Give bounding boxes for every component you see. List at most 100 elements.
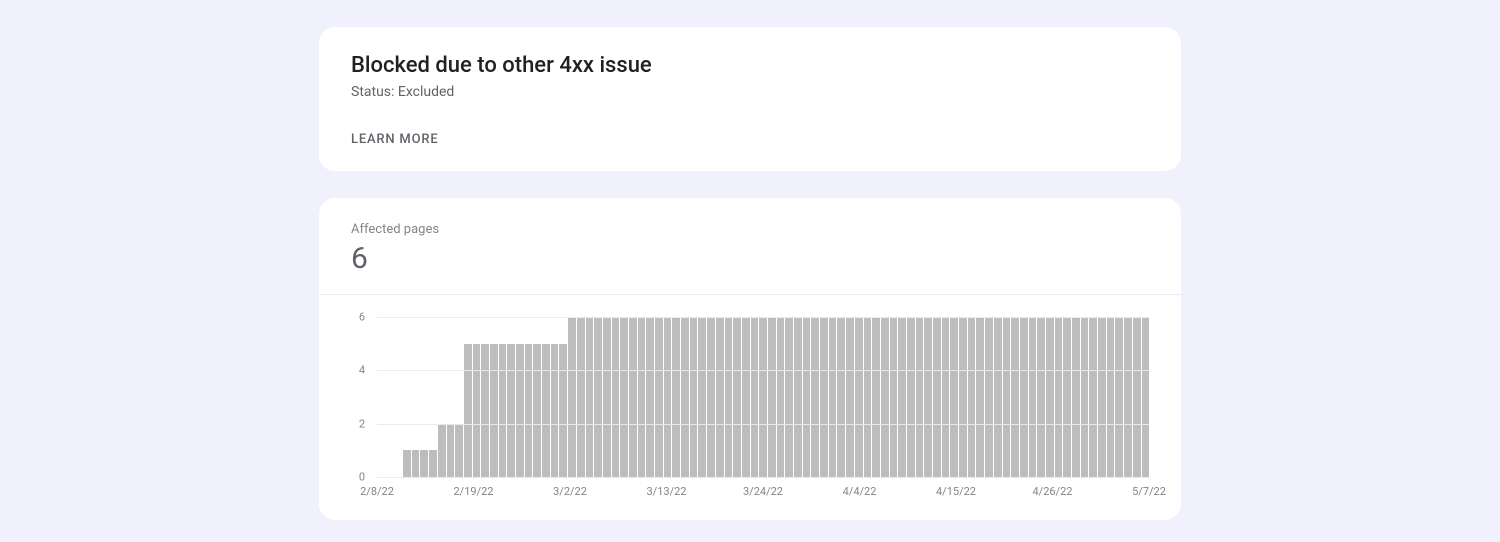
bar [542,344,550,477]
issue-header-card: Blocked due to other 4xx issue Status: E… [319,27,1181,171]
bar [777,317,785,477]
metric-section: Affected pages 6 [319,222,1181,295]
bar [1115,317,1123,477]
bar [420,450,428,477]
x-tick: 3/13/22 [647,485,687,498]
bar [594,317,602,477]
bar [1063,317,1071,477]
bars-container [377,317,1149,477]
x-tick: 3/2/22 [553,485,587,498]
bar [898,317,906,477]
x-tick: 5/7/22 [1132,485,1166,498]
bar [516,344,524,477]
bar [1081,317,1089,477]
bar [768,317,776,477]
bar [698,317,706,477]
learn-more-link[interactable]: LEARN MORE [351,132,1149,147]
bar [690,317,698,477]
bar [907,317,915,477]
bar [490,344,498,477]
bar [1089,317,1097,477]
bar [811,317,819,477]
bar [950,317,958,477]
bar [1072,317,1080,477]
bar [725,317,733,477]
bar [890,317,898,477]
bar [994,317,1002,477]
bar [1133,317,1141,477]
bar [846,317,854,477]
bar [447,424,455,477]
bar [507,344,515,477]
y-tick: 0 [359,471,365,484]
bar [794,317,802,477]
bar [429,450,437,477]
bar [577,317,585,477]
bar [403,450,411,477]
bar [681,317,689,477]
gridline [377,477,1149,478]
bar [525,344,533,477]
bar [1029,317,1037,477]
bar [1037,317,1045,477]
y-axis: 0246 [351,317,365,477]
bar [473,344,481,477]
bar [646,317,654,477]
x-tick: 2/19/22 [454,485,494,498]
bar [942,317,950,477]
bar [985,317,993,477]
y-tick: 6 [359,311,365,324]
bar [924,317,932,477]
bar [1124,317,1132,477]
bar [551,344,559,477]
gridline [377,317,1149,318]
bar [603,317,611,477]
bar [881,317,889,477]
bar [1142,317,1150,477]
bar [1003,317,1011,477]
x-tick: 3/24/22 [743,485,783,498]
bar [499,344,507,477]
issue-title: Blocked due to other 4xx issue [351,53,1149,78]
bar [455,424,463,477]
x-tick: 2/8/22 [360,485,394,498]
x-tick: 4/4/22 [843,485,877,498]
bar [872,317,880,477]
bar [533,344,541,477]
bar [976,317,984,477]
bar [829,317,837,477]
affected-pages-card: Affected pages 6 0246 2/8/222/19/223/2/2… [319,198,1181,520]
bar [1098,317,1106,477]
y-tick: 4 [359,364,365,377]
gridline [377,424,1149,425]
bar [707,317,715,477]
x-axis: 2/8/222/19/223/2/223/13/223/24/224/4/224… [377,485,1149,501]
bar [1055,317,1063,477]
bar [638,317,646,477]
bar [803,317,811,477]
bar [1011,317,1019,477]
bar [559,344,567,477]
bar [612,317,620,477]
bar [785,317,793,477]
bar [733,317,741,477]
bar [864,317,872,477]
bar [759,317,767,477]
plot-container: 0246 [363,317,1149,477]
bar [933,317,941,477]
metric-value: 6 [351,241,1149,276]
bar [742,317,750,477]
issue-status: Status: Excluded [351,84,1149,100]
bar [820,317,828,477]
bar [655,317,663,477]
bar [481,344,489,477]
x-tick: 4/15/22 [936,485,976,498]
y-tick: 2 [359,417,365,430]
bar [1046,317,1054,477]
bar [855,317,863,477]
bar [672,317,680,477]
bar [968,317,976,477]
bar [1107,317,1115,477]
bar [959,317,967,477]
bar [716,317,724,477]
